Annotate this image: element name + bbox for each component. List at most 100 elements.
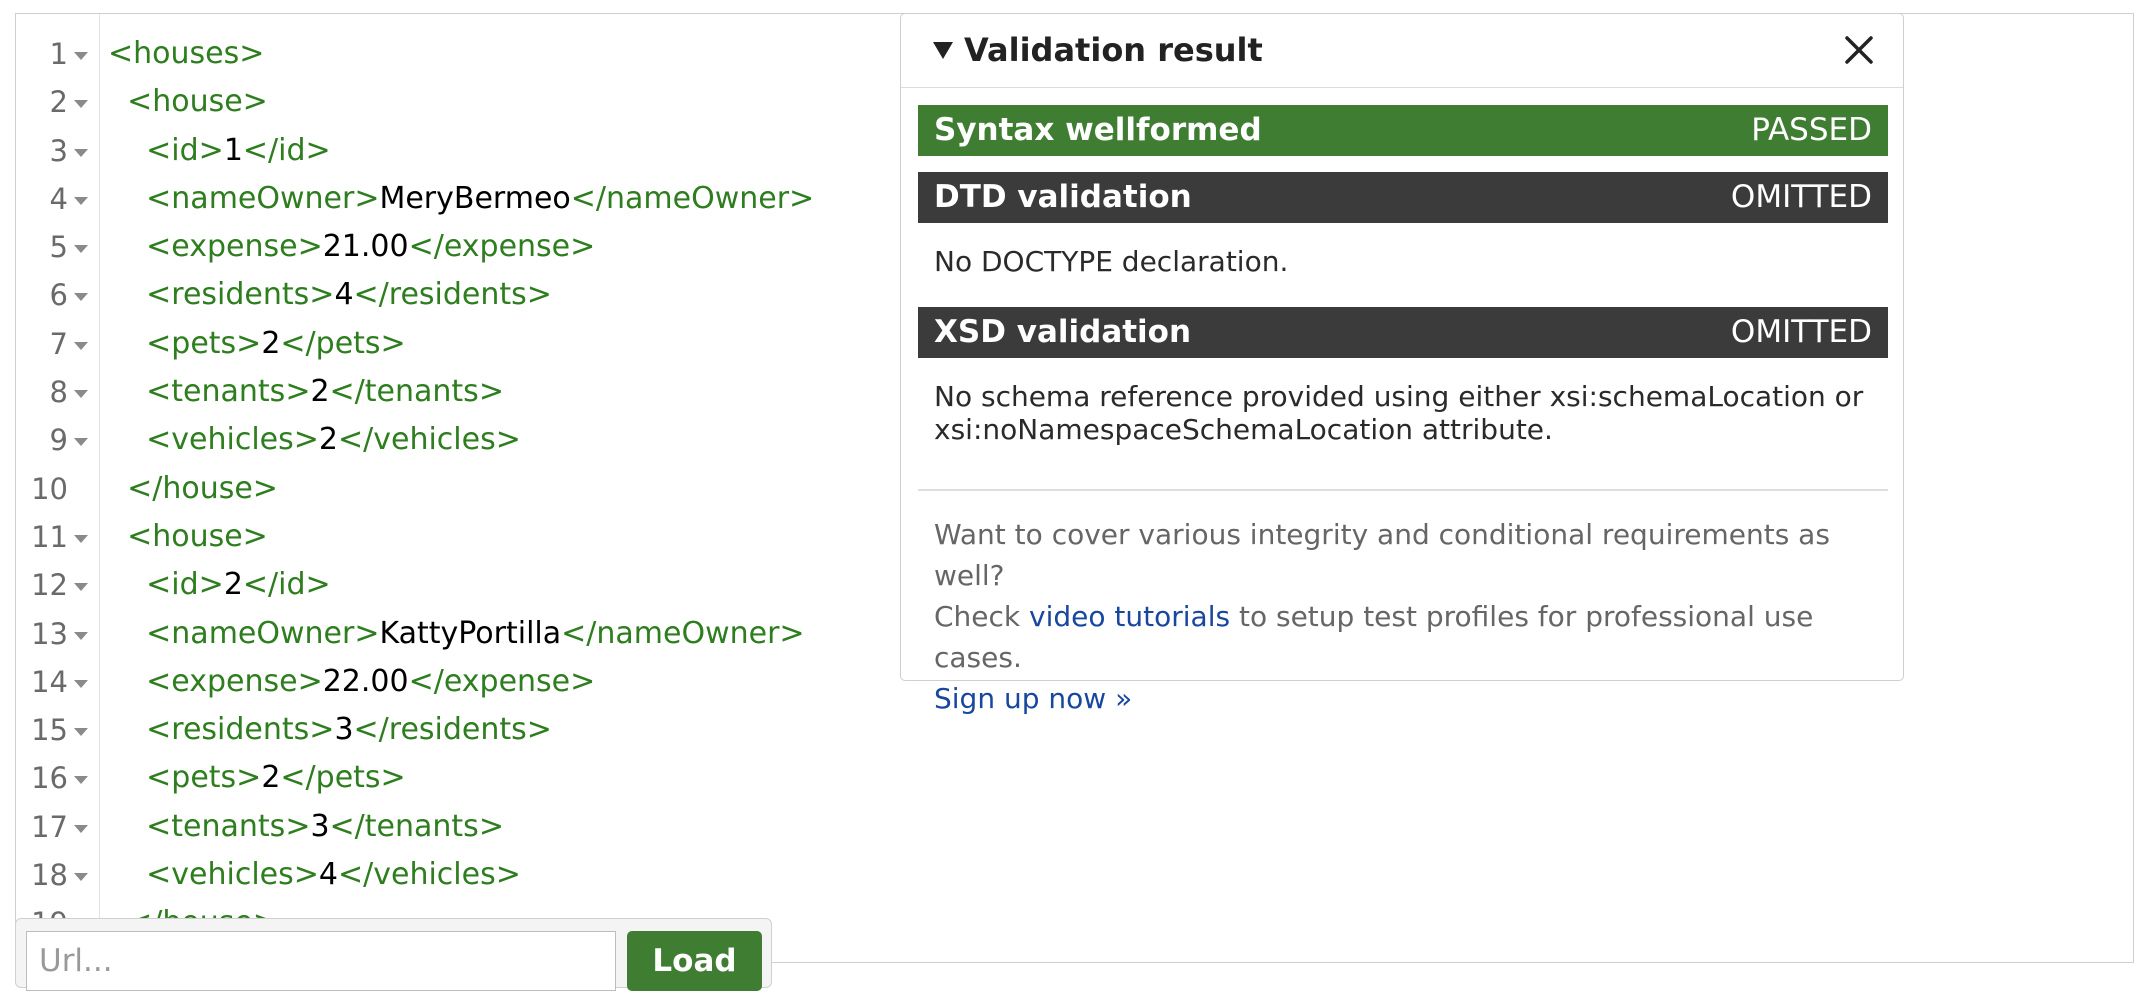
xml-open-tag: <residents>	[146, 277, 335, 313]
code-text[interactable]: <houses>	[108, 30, 264, 78]
line-number: 17	[31, 809, 68, 844]
url-input[interactable]	[26, 931, 616, 991]
line-number: 18	[31, 858, 68, 893]
close-icon[interactable]	[1841, 32, 1877, 68]
xml-open-tag: <vehicles>	[146, 422, 319, 458]
promo-text: Want to cover various integrity and cond…	[934, 514, 1874, 719]
fold-arrow-icon[interactable]	[74, 679, 88, 688]
code-text[interactable]: <expense>22.00</expense>	[108, 658, 595, 706]
code-text[interactable]: <house>	[108, 78, 268, 126]
code-text[interactable]: <id>2</id>	[108, 561, 331, 609]
fold-arrow-icon[interactable]	[74, 52, 88, 60]
code-text[interactable]: <house>	[108, 513, 268, 561]
xml-close-tag: </id>	[242, 132, 331, 168]
code-text[interactable]: <vehicles>4</vehicles>	[108, 851, 521, 899]
xml-close-tag: </expense>	[408, 229, 596, 265]
line-number: 9	[49, 423, 68, 458]
xml-value: 22.00	[322, 663, 409, 699]
line-number: 7	[49, 326, 68, 361]
dtd-label: DTD validation	[934, 179, 1192, 215]
fold-arrow-icon[interactable]	[74, 196, 88, 205]
syntax-status: PASSED	[1751, 112, 1872, 148]
xml-value: MeryBermeo	[379, 180, 571, 216]
code-text[interactable]: <nameOwner>MeryBermeo</nameOwner>	[108, 175, 814, 223]
promo-check-text: Check	[934, 600, 1030, 633]
promo-line-1: Want to cover various integrity and cond…	[934, 518, 1830, 592]
fold-arrow-icon[interactable]	[74, 148, 88, 157]
fold-arrow-icon[interactable]	[74, 728, 88, 737]
code-text[interactable]: <residents>4</residents>	[108, 271, 552, 319]
fold-arrow-icon[interactable]	[74, 100, 88, 109]
video-tutorials-link[interactable]: video tutorials	[1029, 600, 1230, 633]
code-line[interactable]: 17 <tenants>3</tenants>	[16, 803, 2133, 851]
line-number: 11	[31, 519, 68, 554]
fold-arrow-icon[interactable]	[74, 245, 88, 254]
xml-value: 2	[310, 374, 330, 410]
xml-value: 4	[318, 857, 338, 893]
line-number: 13	[31, 616, 68, 651]
xsd-status: OMITTED	[1730, 314, 1872, 350]
xml-value: 1	[223, 132, 243, 168]
code-text[interactable]: <tenants>2</tenants>	[108, 368, 504, 416]
xml-value: 2	[223, 567, 243, 603]
signup-link[interactable]: Sign up now »	[934, 682, 1132, 715]
xml-value: KattyPortilla	[379, 615, 562, 651]
code-line[interactable]: 16 <pets>2</pets>	[16, 754, 2133, 802]
fold-arrow-icon[interactable]	[74, 534, 88, 543]
code-text[interactable]: <vehicles>2</vehicles>	[108, 416, 521, 464]
xml-open-tag: </house>	[127, 470, 278, 506]
validation-panel: Validation result Syntax wellformed PASS…	[900, 13, 1904, 715]
code-text[interactable]: <pets>2</pets>	[108, 320, 406, 368]
fold-arrow-icon[interactable]	[74, 776, 88, 785]
code-text[interactable]: </house>	[108, 465, 278, 513]
xml-open-tag: <vehicles>	[146, 857, 319, 893]
xml-close-tag: </residents>	[353, 712, 552, 748]
xml-close-tag: </pets>	[280, 325, 406, 361]
fold-arrow-icon[interactable]	[74, 631, 88, 640]
code-text[interactable]: <expense>21.00</expense>	[108, 223, 595, 271]
collapse-triangle-icon[interactable]	[933, 42, 953, 59]
code-text[interactable]: <residents>3</residents>	[108, 706, 552, 754]
divider	[918, 489, 1888, 491]
xml-open-tag: <residents>	[146, 712, 335, 748]
code-text[interactable]: <tenants>3</tenants>	[108, 803, 504, 851]
panel-header[interactable]: Validation result	[901, 14, 1903, 88]
code-text[interactable]: <id>1</id>	[108, 127, 331, 175]
code-line[interactable]: 18 <vehicles>4</vehicles>	[16, 851, 2133, 899]
line-number: 8	[49, 375, 68, 410]
load-button[interactable]: Load	[627, 931, 762, 991]
fold-arrow-icon[interactable]	[74, 293, 88, 302]
xml-open-tag: <tenants>	[146, 808, 311, 844]
fold-arrow-icon[interactable]	[74, 438, 88, 447]
line-number: 5	[49, 230, 68, 265]
line-number: 1	[49, 37, 68, 71]
code-text[interactable]: <nameOwner>KattyPortilla</nameOwner>	[108, 610, 804, 658]
xml-close-tag: </tenants>	[329, 808, 504, 844]
xml-close-tag: </tenants>	[329, 374, 504, 410]
code-text[interactable]: <pets>2</pets>	[108, 754, 406, 802]
fold-arrow-icon[interactable]	[74, 873, 88, 882]
fold-arrow-icon[interactable]	[74, 824, 88, 833]
line-number: 14	[31, 664, 68, 699]
xml-open-tag: <nameOwner>	[146, 615, 380, 651]
xml-value: 2	[318, 422, 338, 458]
xml-open-tag: <expense>	[146, 229, 323, 265]
fold-arrow-icon[interactable]	[74, 341, 88, 350]
xsd-label: XSD validation	[934, 314, 1192, 350]
line-number: 16	[31, 761, 68, 796]
line-number: 10	[31, 471, 68, 506]
xml-open-tag: <id>	[146, 132, 224, 168]
fold-arrow-icon[interactable]	[74, 390, 88, 399]
xml-value: 3	[310, 808, 330, 844]
xml-value: 4	[334, 277, 354, 313]
line-number: 2	[49, 85, 68, 120]
fold-arrow-icon[interactable]	[74, 583, 88, 592]
